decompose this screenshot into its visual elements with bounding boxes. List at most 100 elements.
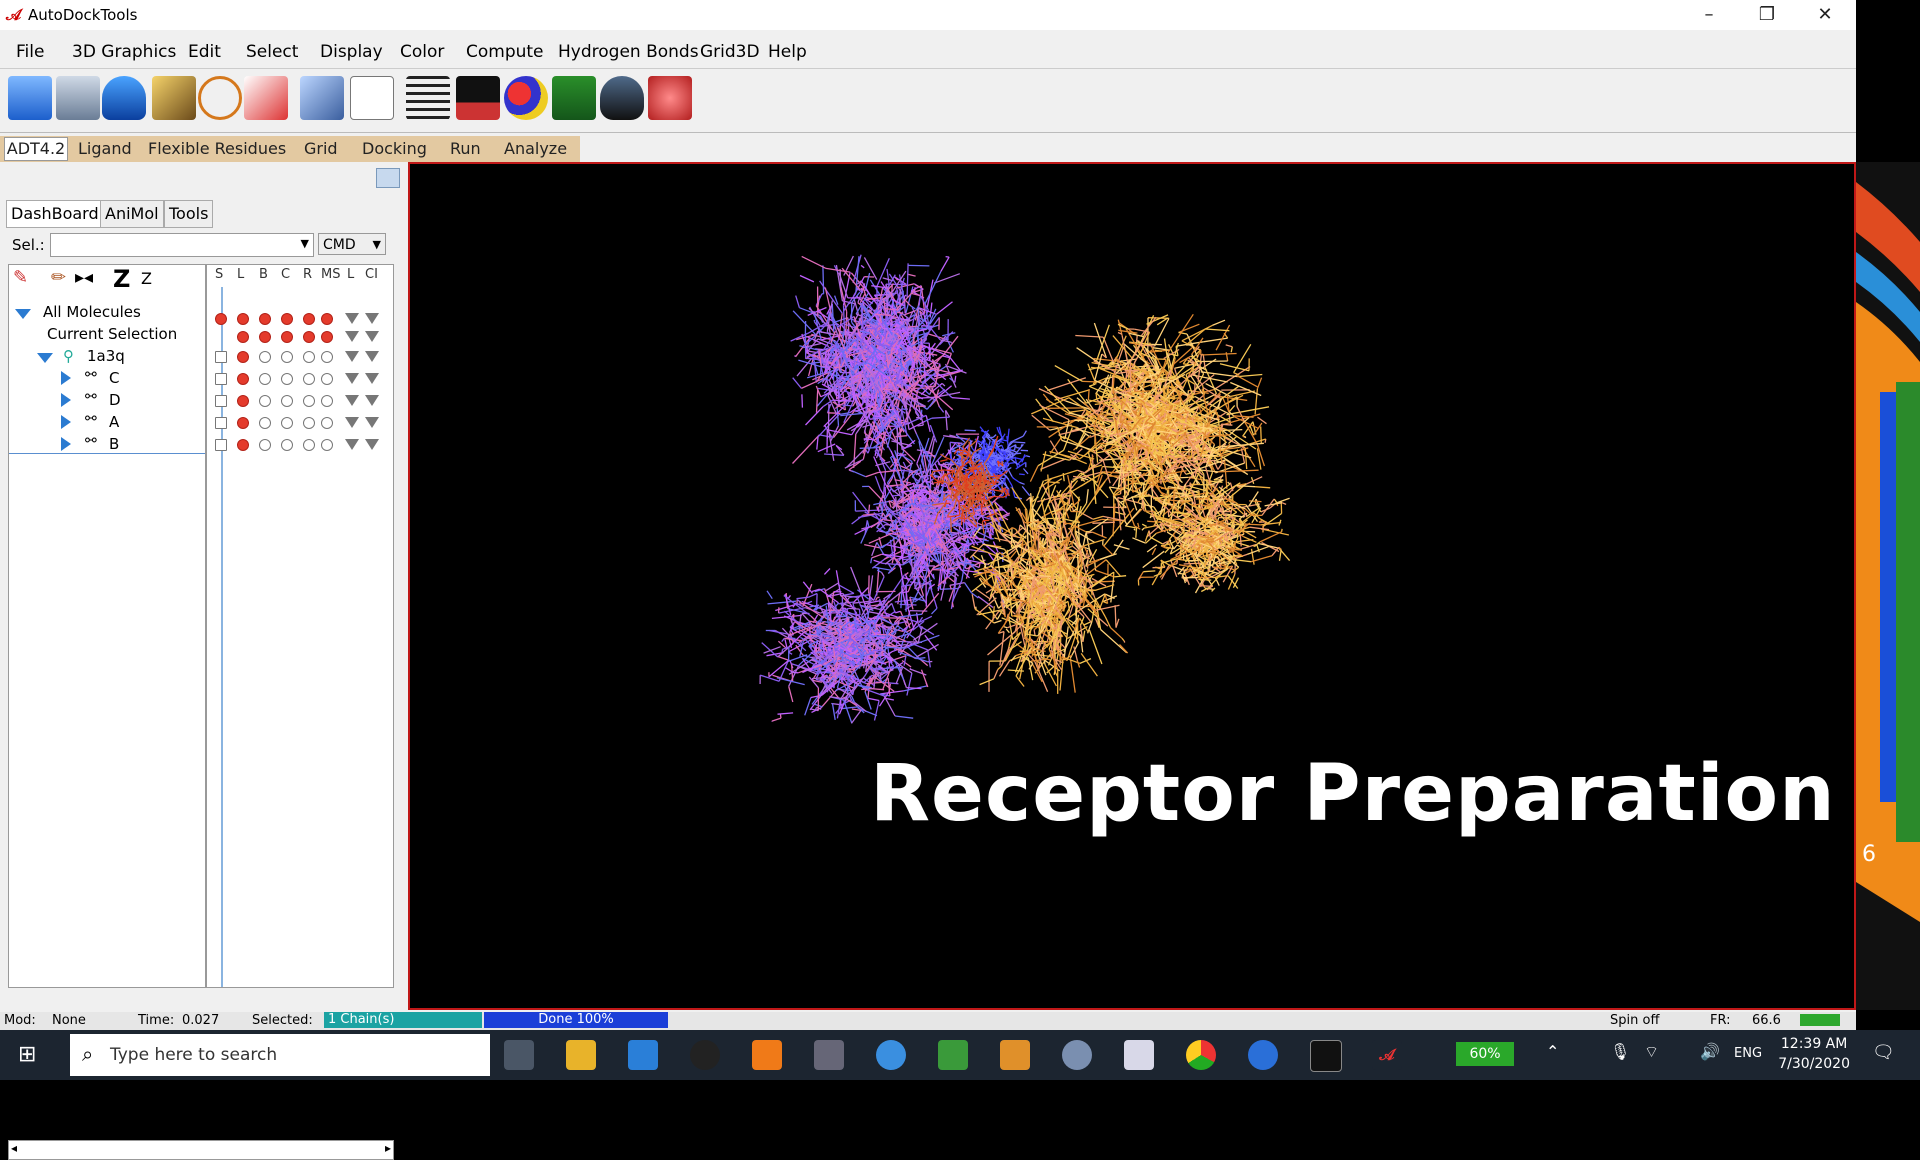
display-toggle-cell[interactable]: [281, 331, 293, 343]
display-toggle-cell[interactable]: [303, 313, 315, 325]
display-option-triangle[interactable]: [365, 351, 379, 362]
pick-icon[interactable]: [300, 76, 344, 120]
display-option-triangle[interactable]: [345, 331, 359, 342]
scroll-right-icon[interactable]: ▸: [385, 1141, 391, 1155]
display-option-triangle[interactable]: [365, 439, 379, 450]
display-toggle-cell[interactable]: [281, 351, 293, 363]
display-option-triangle[interactable]: [345, 313, 359, 324]
tab-analyze[interactable]: Analyze: [504, 139, 567, 158]
menu-color[interactable]: Color: [400, 42, 444, 62]
display-toggle-cell[interactable]: [215, 373, 227, 385]
cmd-dropdown[interactable]: CMD ▼: [318, 233, 386, 255]
display-option-triangle[interactable]: [345, 439, 359, 450]
detach-panel-icon[interactable]: [376, 168, 400, 188]
horizontal-scrollbar[interactable]: ◂ ▸: [8, 1140, 394, 1160]
tab-ligand[interactable]: Ligand: [78, 139, 132, 158]
display-option-triangle[interactable]: [345, 395, 359, 406]
scroll-left-icon[interactable]: ◂: [11, 1141, 17, 1155]
menu-file[interactable]: File: [16, 42, 44, 62]
display-toggle-cell[interactable]: [237, 439, 249, 451]
menu-hydrogen-bonds[interactable]: Hydrogen Bonds: [558, 42, 699, 62]
color-by-atom-icon[interactable]: [504, 76, 548, 120]
tree-current-selection[interactable]: Current Selection: [47, 325, 177, 343]
display-toggle-cell[interactable]: [237, 417, 249, 429]
display-option-triangle[interactable]: [345, 373, 359, 384]
display-toggle-cell[interactable]: [237, 313, 249, 325]
expand-molecule-icon[interactable]: [37, 353, 53, 363]
menu-help[interactable]: Help: [768, 42, 807, 62]
expand-chain-icon[interactable]: [61, 415, 71, 429]
selection-input[interactable]: ▼: [50, 233, 314, 257]
display-toggle-cell[interactable]: [259, 331, 271, 343]
menu-compute[interactable]: Compute: [466, 42, 544, 62]
menu-display[interactable]: Display: [320, 42, 383, 62]
display-toggle-cell[interactable]: [259, 351, 271, 363]
menu-grid3d[interactable]: Grid3D: [700, 42, 760, 62]
display-toggle-cell[interactable]: [215, 351, 227, 363]
tab-animol[interactable]: AniMol: [100, 200, 164, 228]
display-toggle-cell[interactable]: [259, 417, 271, 429]
display-toggle-cell[interactable]: [281, 313, 293, 325]
expand-chain-icon[interactable]: [61, 371, 71, 385]
open-molecule-icon[interactable]: [8, 76, 52, 120]
display-option-triangle[interactable]: [365, 395, 379, 406]
menu-3d-graphics[interactable]: 3D Graphics: [72, 42, 176, 62]
close-button[interactable]: ✕: [1796, 0, 1854, 30]
display-toggle-cell[interactable]: [281, 395, 293, 407]
display-toggle-cell[interactable]: [237, 351, 249, 363]
tab-flexible-residues[interactable]: Flexible Residues: [148, 139, 286, 158]
z-sort-icon[interactable]: Z: [113, 265, 130, 293]
stereo-glasses-icon[interactable]: [600, 76, 644, 120]
display-toggle-cell[interactable]: [259, 313, 271, 325]
tree-molecule-1a3q[interactable]: 1a3q: [87, 347, 125, 365]
tree-chain-b[interactable]: B: [109, 435, 119, 453]
display-option-triangle[interactable]: [365, 331, 379, 342]
display-toggle-cell[interactable]: [321, 313, 333, 325]
3d-viewer[interactable]: Receptor Preparation: [408, 162, 1856, 1010]
display-toggle-cell[interactable]: [281, 417, 293, 429]
tab-docking[interactable]: Docking: [362, 139, 427, 158]
expand-all-molecules-icon[interactable]: [15, 309, 31, 319]
display-toggle-cell[interactable]: [237, 395, 249, 407]
expand-chain-icon[interactable]: [61, 437, 71, 451]
display-toggle-cell[interactable]: [237, 331, 249, 343]
display-toggle-cell[interactable]: [303, 351, 315, 363]
display-toggle-cell[interactable]: [259, 439, 271, 451]
display-option-triangle[interactable]: [365, 313, 379, 324]
tree-chain-d[interactable]: D: [109, 391, 121, 409]
display-option-triangle[interactable]: [345, 351, 359, 362]
hierarchy-icon[interactable]: [552, 76, 596, 120]
pencil-icon[interactable]: [152, 76, 196, 120]
display-toggle-cell[interactable]: [303, 331, 315, 343]
display-toggle-cell[interactable]: [259, 395, 271, 407]
display-toggle-cell[interactable]: [321, 439, 333, 451]
display-toggle-cell[interactable]: [237, 373, 249, 385]
text-align-icon[interactable]: [406, 76, 450, 120]
edit-tool-icon[interactable]: ✏: [51, 267, 66, 288]
display-toggle-cell[interactable]: [259, 373, 271, 385]
display-toggle-cell[interactable]: [215, 417, 227, 429]
tree-chain-a[interactable]: A: [109, 413, 119, 431]
menu-edit[interactable]: Edit: [188, 42, 221, 62]
display-toggle-cell[interactable]: [321, 395, 333, 407]
display-toggle-cell[interactable]: [303, 373, 315, 385]
tree-chain-c[interactable]: C: [109, 369, 119, 387]
select-pointer-icon[interactable]: [244, 76, 288, 120]
terminal-icon[interactable]: [456, 76, 500, 120]
tab-run[interactable]: Run: [450, 139, 481, 158]
display-toggle-cell[interactable]: [321, 331, 333, 343]
tree-all-molecules[interactable]: All Molecules: [43, 303, 141, 321]
chevron-down-icon[interactable]: ▼: [301, 237, 309, 250]
undo-icon[interactable]: [102, 76, 146, 120]
tab-grid[interactable]: Grid: [304, 139, 338, 158]
display-toggle-cell[interactable]: [215, 439, 227, 451]
display-lines-icon[interactable]: [350, 76, 394, 120]
display-toggle-cell[interactable]: [281, 439, 293, 451]
display-toggle-cell[interactable]: [215, 313, 227, 325]
display-toggle-cell[interactable]: [303, 395, 315, 407]
display-toggle-cell[interactable]: [321, 373, 333, 385]
display-toggle-cell[interactable]: [321, 351, 333, 363]
display-toggle-cell[interactable]: [215, 395, 227, 407]
display-option-triangle[interactable]: [365, 417, 379, 428]
menu-select[interactable]: Select: [246, 42, 298, 62]
